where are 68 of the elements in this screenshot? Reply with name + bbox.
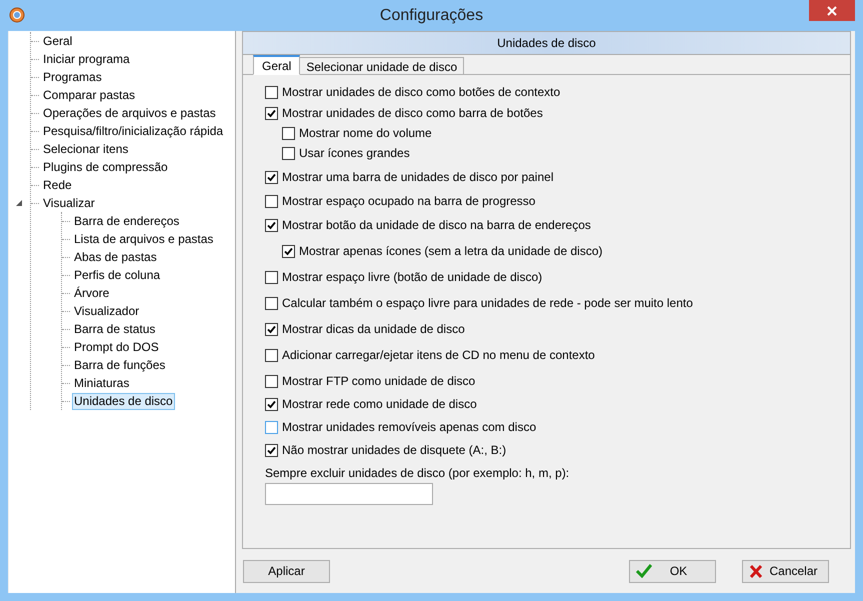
expanded-triangle-icon[interactable] xyxy=(16,200,23,207)
tree-item[interactable]: Barra de status xyxy=(72,320,158,338)
tree-item[interactable]: Pesquisa/filtro/inicialização rápida xyxy=(41,122,226,140)
tree-item[interactable]: Barra de funções xyxy=(72,356,168,374)
checkbox-label[interactable]: Mostrar espaço ocupado na barra de progresso xyxy=(282,192,536,210)
checkbox[interactable] xyxy=(266,324,277,334)
tree-item[interactable]: Lista de arquivos e pastas xyxy=(72,230,216,248)
tree-item[interactable]: Abas de pastas xyxy=(72,248,159,266)
checkbox-label[interactable]: Adicionar carregar/ejetar itens de CD no menu de contexto xyxy=(282,346,595,364)
checkbox[interactable] xyxy=(266,444,277,456)
close-icon xyxy=(827,6,837,16)
checkbox-label[interactable]: Mostrar uma barra de unidades de disco por painel xyxy=(282,168,554,186)
checkbox[interactable] xyxy=(266,398,277,410)
tree-item[interactable]: Rede xyxy=(41,176,74,194)
checkbox-label[interactable]: Mostrar botão da unidade de disco na barra de endereços xyxy=(282,216,591,234)
checkbox-label[interactable]: Não mostrar unidades de disquete (A:, B:) xyxy=(282,441,506,459)
tree-item[interactable]: Programas xyxy=(41,68,104,86)
tree-item[interactable]: Plugins de compressão xyxy=(41,158,170,176)
tab[interactable]: Selecionar unidade de disco xyxy=(300,57,464,75)
checkbox-label[interactable]: Mostrar FTP como unidade de disco xyxy=(282,372,476,390)
checkbox[interactable] xyxy=(266,422,277,432)
window-title: Configurações xyxy=(380,6,484,26)
checkbox[interactable] xyxy=(266,350,277,360)
checkbox[interactable] xyxy=(283,246,294,256)
cross-icon xyxy=(749,564,763,578)
tree-item[interactable]: Perfis de coluna xyxy=(72,266,162,284)
checkbox[interactable] xyxy=(266,298,277,308)
tree-item[interactable]: Visualizar xyxy=(41,194,97,212)
tree-item[interactable]: Barra de endereços xyxy=(72,212,182,230)
ok-button[interactable]: OK xyxy=(629,560,716,582)
checkbox[interactable] xyxy=(266,220,277,230)
checkbox[interactable] xyxy=(283,148,294,158)
tree-item[interactable]: Iniciar programa xyxy=(41,50,132,68)
checkbox-label[interactable]: Usar ícones grandes xyxy=(299,144,410,162)
checkbox[interactable] xyxy=(266,376,277,386)
checkbox[interactable] xyxy=(266,86,277,98)
tab[interactable]: Geral xyxy=(253,55,300,75)
tree-item[interactable]: Prompt do DOS xyxy=(72,338,161,356)
tree-item[interactable]: Operações de arquivos e pastas xyxy=(41,104,218,122)
tree-item[interactable]: Selecionar itens xyxy=(41,140,130,158)
checkbox[interactable] xyxy=(283,128,294,138)
checkbox-label[interactable]: Mostrar espaço livre (botão de unidade de disco) xyxy=(282,268,542,286)
checkbox[interactable] xyxy=(266,196,277,206)
close-button[interactable] xyxy=(809,0,855,21)
input-field[interactable] xyxy=(265,483,433,505)
checkbox-label[interactable]: Mostrar unidades de disco como botões de contexto xyxy=(282,83,560,101)
check-icon xyxy=(636,564,652,578)
tree-item[interactable]: Visualizador xyxy=(72,302,142,320)
tree-item[interactable]: Miniaturas xyxy=(72,374,132,392)
tree-item[interactable]: Unidades de disco xyxy=(72,392,175,410)
tree-item[interactable]: Árvore xyxy=(72,284,112,302)
tree-item[interactable]: Comparar pastas xyxy=(41,86,138,104)
checkbox[interactable] xyxy=(266,172,277,182)
checkbox-label[interactable]: Mostrar nome do volume xyxy=(299,124,432,142)
checkbox-label[interactable]: Mostrar unidades removíveis apenas com disco xyxy=(282,418,536,436)
cancel-button[interactable]: Cancelar xyxy=(742,560,829,582)
checkbox-label[interactable]: Mostrar dicas da unidade de disco xyxy=(282,320,465,338)
checkbox-label[interactable]: Mostrar unidades de disco como barra de botões xyxy=(282,104,543,122)
checkbox[interactable] xyxy=(266,272,277,282)
checkbox[interactable] xyxy=(266,108,277,118)
checkbox-label[interactable]: Mostrar rede como unidade de disco xyxy=(282,395,477,413)
field-label: Sempre excluir unidades de disco (por exemplo: h, m, p): xyxy=(265,465,570,480)
panel-title: Unidades de disco xyxy=(497,35,596,52)
app-icon[interactable] xyxy=(9,7,25,23)
checkbox-label[interactable]: Calcular também o espaço livre para unidades de rede - pode ser muito lento xyxy=(282,294,693,312)
checkbox-label[interactable]: Mostrar apenas ícones (sem a letra da unidade de disco) xyxy=(299,242,602,260)
tree-item[interactable]: Geral xyxy=(41,32,74,50)
apply-button[interactable]: Aplicar xyxy=(243,560,330,582)
